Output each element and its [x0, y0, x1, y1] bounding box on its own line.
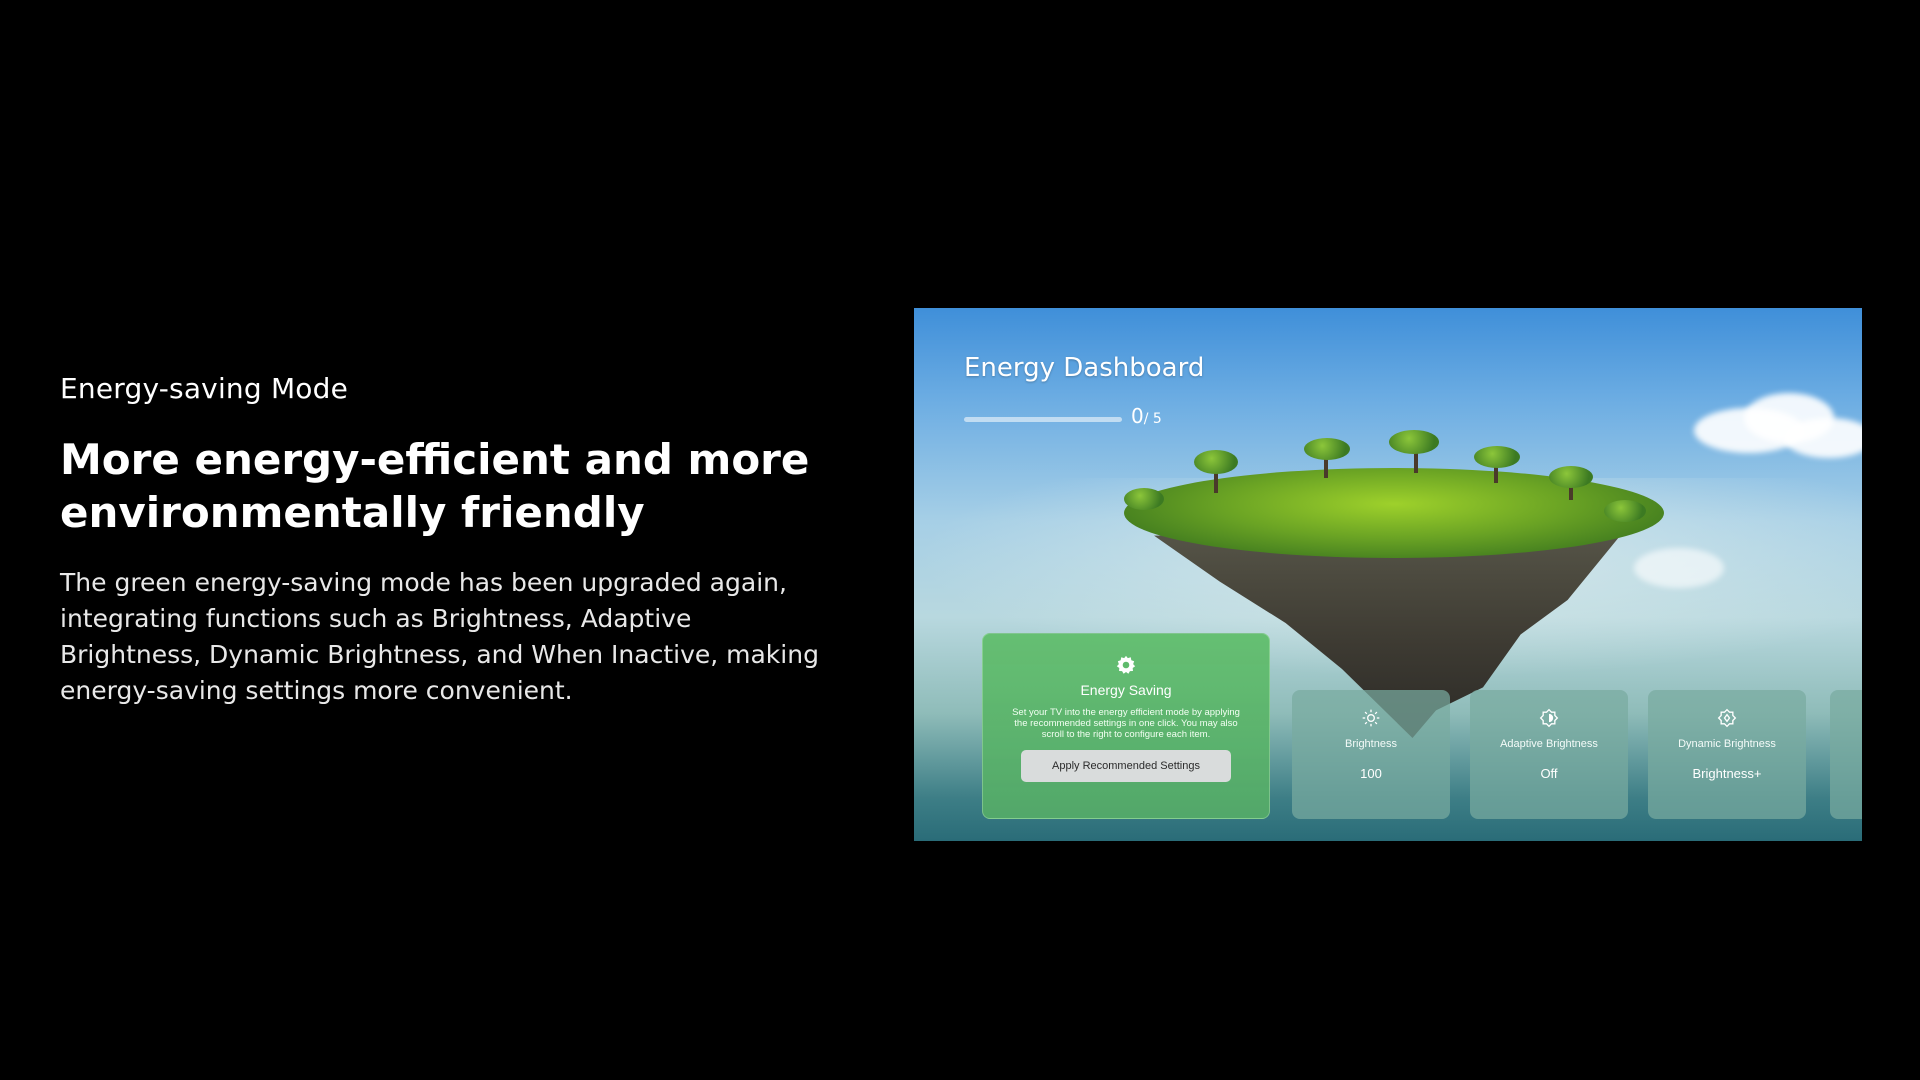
sun-icon — [1292, 708, 1450, 728]
dynamic-brightness-value: Brightness+ — [1692, 766, 1762, 781]
feature-copy: Energy-saving Mode More energy-efficient… — [60, 372, 820, 709]
dynamic-brightness-label: Dynamic Brightness — [1678, 738, 1776, 750]
feature-headline: More energy-efficient and more environme… — [60, 435, 810, 537]
progress-counter: 0/ 5 — [1131, 404, 1162, 428]
feature-description: The green energy-saving mode has been up… — [60, 568, 819, 705]
energy-saving-title: Energy Saving — [1080, 682, 1172, 698]
dynamic-brightness-card[interactable]: Dynamic Brightness Brightness+ — [1648, 690, 1806, 819]
energy-saving-card[interactable]: Energy Saving Set your TV into the energ… — [982, 633, 1270, 819]
energy-saving-description: Set your TV into the energy efficient mo… — [1012, 707, 1240, 740]
progress-bar — [964, 417, 1122, 422]
dynamic-brightness-icon — [1648, 708, 1806, 728]
page: Energy-saving Mode More energy-efficient… — [0, 0, 1920, 1080]
adaptive-brightness-icon — [1470, 708, 1628, 728]
apply-recommended-settings-button[interactable]: Apply Recommended Settings — [1021, 750, 1231, 782]
gear-icon — [983, 654, 1269, 676]
dashboard-title: Energy Dashboard — [964, 353, 1205, 383]
next-setting-card[interactable] — [1830, 690, 1862, 819]
progress-total: / 5 — [1143, 411, 1162, 427]
adaptive-brightness-value: Off — [1540, 766, 1558, 781]
energy-dashboard-screen: Energy Dashboard 0/ 5 Energy Saving Set … — [914, 308, 1862, 841]
feature-eyebrow: Energy-saving Mode — [60, 372, 349, 405]
brightness-card[interactable]: Brightness 100 — [1292, 690, 1450, 819]
adaptive-brightness-label: Adaptive Brightness — [1500, 738, 1598, 750]
progress-current: 0 — [1131, 404, 1144, 428]
brightness-label: Brightness — [1345, 738, 1397, 750]
adaptive-brightness-card[interactable]: Adaptive Brightness Off — [1470, 690, 1628, 819]
brightness-value: 100 — [1360, 766, 1382, 781]
